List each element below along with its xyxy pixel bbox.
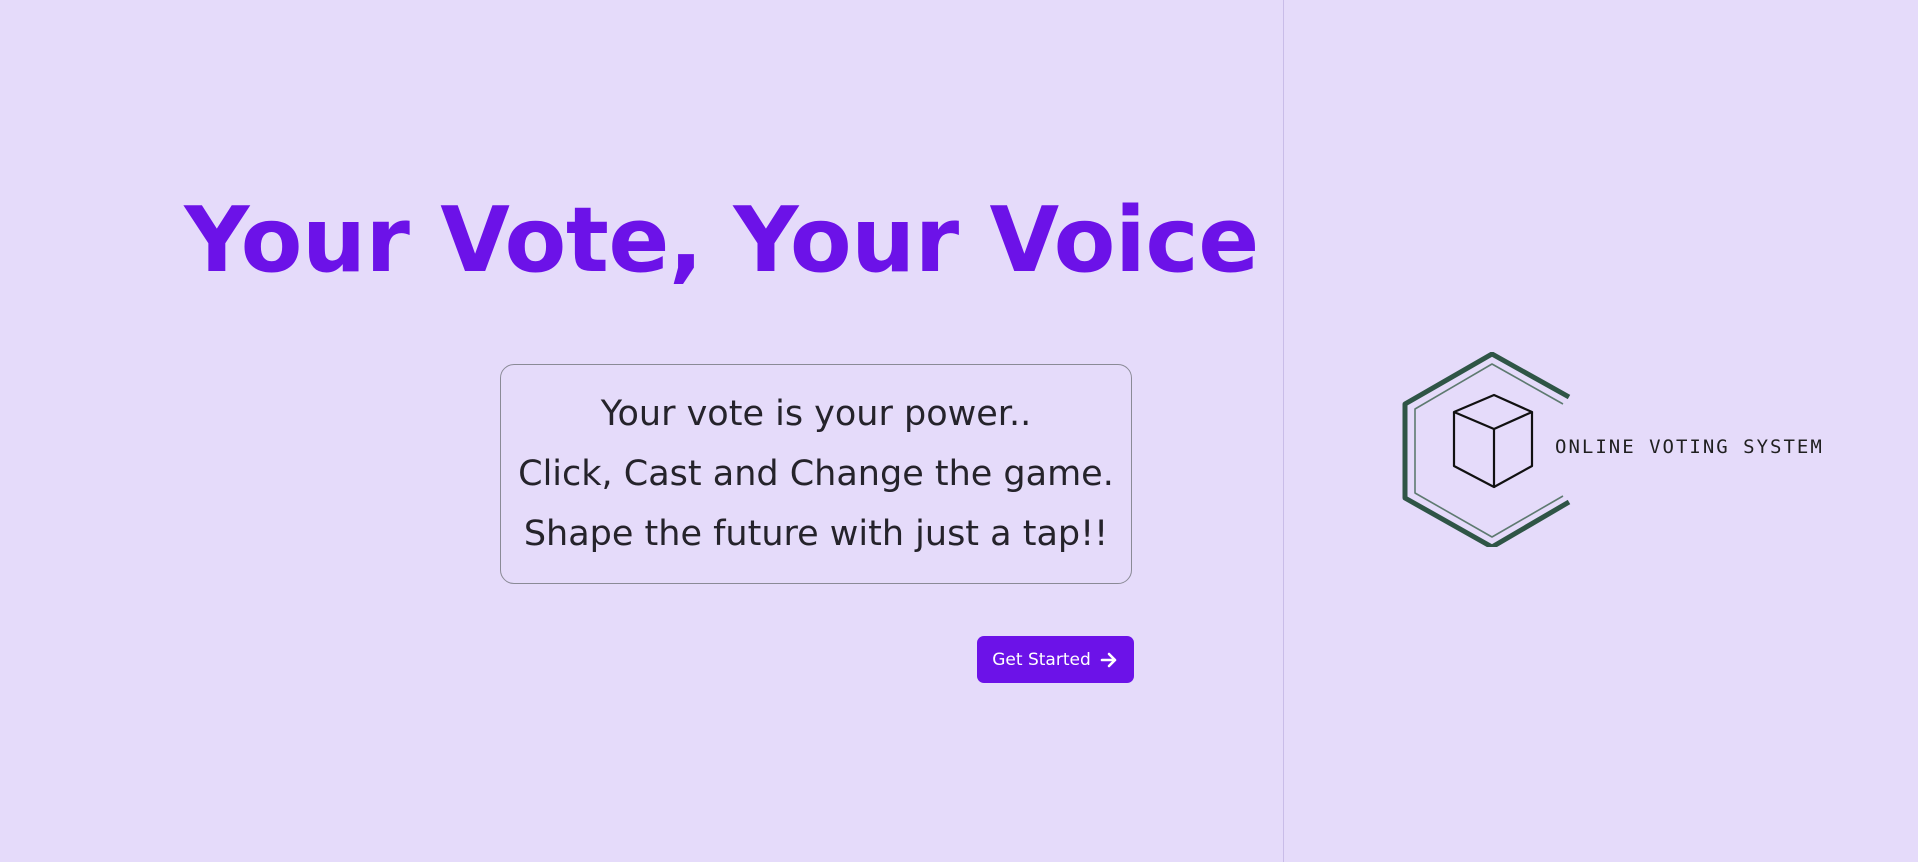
- tagline-box: Your vote is your power.. Click, Cast an…: [500, 364, 1132, 584]
- get-started-button[interactable]: Get Started: [977, 636, 1134, 683]
- tagline-line-3: Shape the future with just a tap!!: [523, 514, 1109, 554]
- arrow-right-icon: [1099, 650, 1119, 670]
- cube-hexagon-icon: [1402, 352, 1571, 547]
- tagline-line-1: Your vote is your power..: [600, 394, 1032, 434]
- get-started-label: Get Started: [992, 649, 1091, 670]
- online-voting-system-logo: ONLINE VOTING SYSTEM: [1395, 352, 1875, 547]
- hero-title: Your Vote, Your Voice: [184, 188, 1259, 293]
- brand-panel: ONLINE VOTING SYSTEM: [1284, 0, 1918, 862]
- hero-panel: Your Vote, Your Voice Your vote is your …: [0, 0, 1284, 862]
- logo-text: ONLINE VOTING SYSTEM: [1555, 436, 1824, 458]
- tagline-line-2: Click, Cast and Change the game.: [518, 454, 1114, 494]
